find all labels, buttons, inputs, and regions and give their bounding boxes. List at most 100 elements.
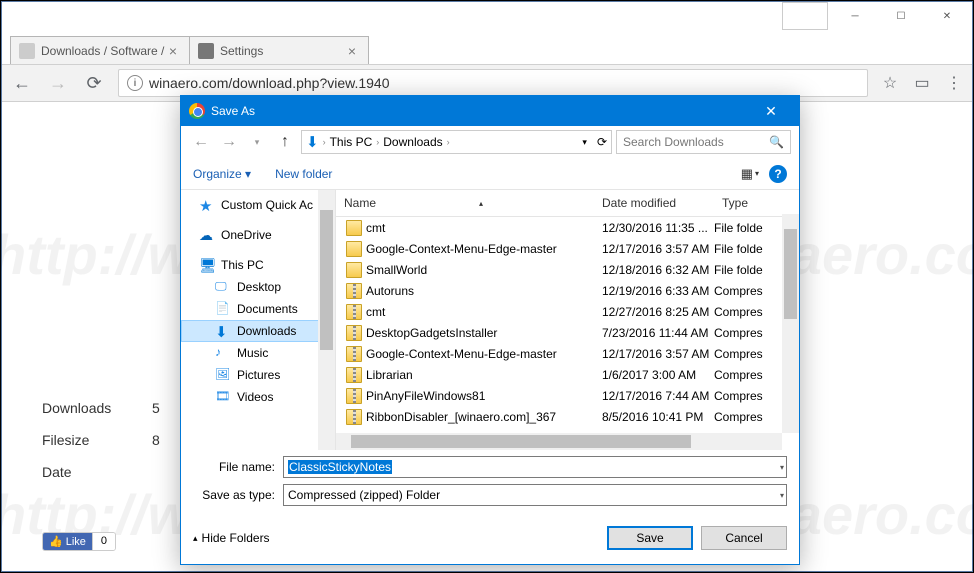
- address-bar[interactable]: i winaero.com/download.php?view.1940: [118, 69, 868, 97]
- tab-close-icon[interactable]: ×: [165, 43, 181, 59]
- file-type: Compres: [714, 347, 776, 361]
- scrollbar-thumb[interactable]: [320, 210, 333, 350]
- file-row[interactable]: Google-Context-Menu-Edge-master12/17/201…: [336, 343, 799, 364]
- filename-input[interactable]: ClassicStickyNotes ▾: [283, 456, 787, 478]
- tree-scrollbar[interactable]: [318, 190, 335, 450]
- file-type: File folde: [714, 263, 776, 277]
- chevron-down-icon[interactable]: ▾: [582, 137, 587, 148]
- save-button[interactable]: Save: [607, 526, 693, 550]
- forward-button[interactable]: →: [46, 71, 70, 95]
- folder-tree[interactable]: ★Custom Quick Ac ☁OneDrive 🖥This PC🖵Deskto…: [181, 190, 336, 450]
- pictures-icon: 🖼: [215, 367, 231, 383]
- file-row[interactable]: PinAnyFileWindows8112/17/2016 7:44 AMCom…: [336, 385, 799, 406]
- saveastype-select[interactable]: Compressed (zipped) Folder ▾: [283, 484, 787, 506]
- file-row[interactable]: cmt12/27/2016 8:25 AMCompres: [336, 301, 799, 322]
- reload-button[interactable]: ⟳: [82, 71, 106, 95]
- file-date: 12/18/2016 6:32 AM: [594, 263, 714, 277]
- desktop-icon: 🖵: [215, 279, 231, 295]
- file-row[interactable]: SmallWorld12/18/2016 6:32 AMFile folde: [336, 259, 799, 280]
- dialog-titlebar[interactable]: Save As ✕: [181, 96, 799, 126]
- music-icon: ♪: [215, 345, 231, 361]
- cancel-button[interactable]: Cancel: [701, 526, 787, 550]
- hide-folders-button[interactable]: ▴ Hide Folders: [193, 531, 270, 545]
- dialog-toolbar: Organize ▾ New folder ▦ ▾ ?: [181, 158, 799, 190]
- facebook-like[interactable]: 👍 Like 0: [42, 532, 116, 551]
- window-minimize-button[interactable]: ─: [832, 2, 878, 30]
- file-date: 12/17/2016 3:57 AM: [594, 347, 714, 361]
- tree-item-pictures[interactable]: 🖼Pictures: [181, 364, 335, 386]
- file-type: Compres: [714, 410, 776, 424]
- sort-asc-icon: ▴: [479, 199, 483, 208]
- favicon-icon: [19, 43, 35, 59]
- breadcrumb[interactable]: ⬇ › This PC › Downloads › ▾ ⟳: [301, 130, 612, 154]
- tab-settings[interactable]: Settings ×: [189, 36, 369, 64]
- scrollbar-thumb[interactable]: [351, 435, 691, 448]
- tree-item-downloads[interactable]: ⬇Downloads: [181, 320, 335, 342]
- chevron-down-icon: ▾: [755, 169, 759, 178]
- file-row[interactable]: Librarian1/6/2017 3:00 AMCompres: [336, 364, 799, 385]
- nav-up-button[interactable]: ↑: [273, 130, 297, 154]
- tree-item-this-pc[interactable]: 🖥This PC: [181, 254, 335, 276]
- search-input[interactable]: Search Downloads 🔍: [616, 130, 791, 154]
- chevron-down-icon[interactable]: ▾: [780, 463, 784, 472]
- breadcrumb-item[interactable]: Downloads: [383, 135, 442, 149]
- hide-folders-label: Hide Folders: [202, 531, 270, 545]
- extension-icon[interactable]: ▭: [912, 73, 932, 93]
- tree-item-documents[interactable]: 📄Documents: [181, 298, 335, 320]
- zip-icon: [346, 388, 362, 404]
- folder-icon: [346, 262, 362, 278]
- nav-forward-button[interactable]: →: [217, 130, 241, 154]
- star-icon: ★: [199, 197, 215, 213]
- chevron-right-icon: ›: [323, 137, 326, 147]
- breadcrumb-item[interactable]: This PC: [330, 135, 373, 149]
- file-name: Google-Context-Menu-Edge-master: [366, 347, 594, 361]
- tree-item-custom-quick-ac[interactable]: ★Custom Quick Ac: [181, 194, 335, 216]
- tab-close-icon[interactable]: ×: [344, 43, 360, 59]
- window-blank-button[interactable]: [782, 2, 828, 30]
- search-icon: 🔍: [769, 135, 784, 149]
- videos-icon: 🎞: [215, 389, 231, 405]
- tab-downloads[interactable]: Downloads / Software / ×: [10, 36, 190, 64]
- help-icon[interactable]: ?: [769, 165, 787, 183]
- menu-icon[interactable]: ⋮: [944, 73, 964, 93]
- dialog-close-button[interactable]: ✕: [751, 96, 791, 126]
- scrollbar-thumb[interactable]: [784, 229, 797, 319]
- meta-value: 8: [152, 424, 160, 456]
- file-row[interactable]: RibbonDisabler_[winaero.com]_3678/5/2016…: [336, 406, 799, 427]
- refresh-icon[interactable]: ⟳: [597, 135, 607, 149]
- saveastype-label: Save as type:: [193, 488, 283, 502]
- back-button[interactable]: ←: [10, 71, 34, 95]
- nav-recent-button[interactable]: ▾: [245, 130, 269, 154]
- chevron-right-icon: ›: [447, 137, 450, 147]
- file-list-header: Name▴ Date modified Type: [336, 190, 799, 217]
- file-scrollbar-vertical[interactable]: [782, 214, 799, 433]
- chevron-up-icon: ▴: [193, 533, 198, 544]
- tree-item-videos[interactable]: 🎞Videos: [181, 386, 335, 408]
- site-info-icon[interactable]: i: [127, 75, 143, 91]
- column-type[interactable]: Type: [714, 194, 776, 212]
- organize-menu[interactable]: Organize ▾: [193, 167, 251, 181]
- file-scrollbar-horizontal[interactable]: [336, 433, 782, 450]
- file-date: 12/19/2016 6:33 AM: [594, 284, 714, 298]
- chevron-down-icon[interactable]: ▾: [780, 491, 784, 500]
- tree-item-onedrive[interactable]: ☁OneDrive: [181, 224, 335, 246]
- page-meta: Downloads5 Filesize8 Date: [42, 392, 160, 488]
- fb-like-button[interactable]: 👍 Like: [43, 533, 92, 550]
- column-name[interactable]: Name▴: [336, 194, 594, 212]
- tree-item-label: Downloads: [237, 324, 296, 338]
- tree-item-label: Documents: [237, 302, 298, 316]
- file-row[interactable]: cmt12/30/2016 11:35 ...File folde: [336, 217, 799, 238]
- new-folder-button[interactable]: New folder: [275, 167, 332, 181]
- nav-back-button[interactable]: ←: [189, 130, 213, 154]
- file-row[interactable]: DesktopGadgetsInstaller7/23/2016 11:44 A…: [336, 322, 799, 343]
- tree-item-desktop[interactable]: 🖵Desktop: [181, 276, 335, 298]
- view-options-button[interactable]: ▦ ▾: [741, 166, 759, 182]
- file-row[interactable]: Autoruns12/19/2016 6:33 AMCompres: [336, 280, 799, 301]
- window-close-button[interactable]: ✕: [924, 2, 970, 30]
- window-maximize-button[interactable]: ☐: [878, 2, 924, 30]
- column-date[interactable]: Date modified: [594, 194, 714, 212]
- file-row[interactable]: Google-Context-Menu-Edge-master12/17/201…: [336, 238, 799, 259]
- bookmark-star-icon[interactable]: ☆: [880, 73, 900, 93]
- file-list: Name▴ Date modified Type cmt12/30/2016 1…: [336, 190, 799, 450]
- tree-item-music[interactable]: ♪Music: [181, 342, 335, 364]
